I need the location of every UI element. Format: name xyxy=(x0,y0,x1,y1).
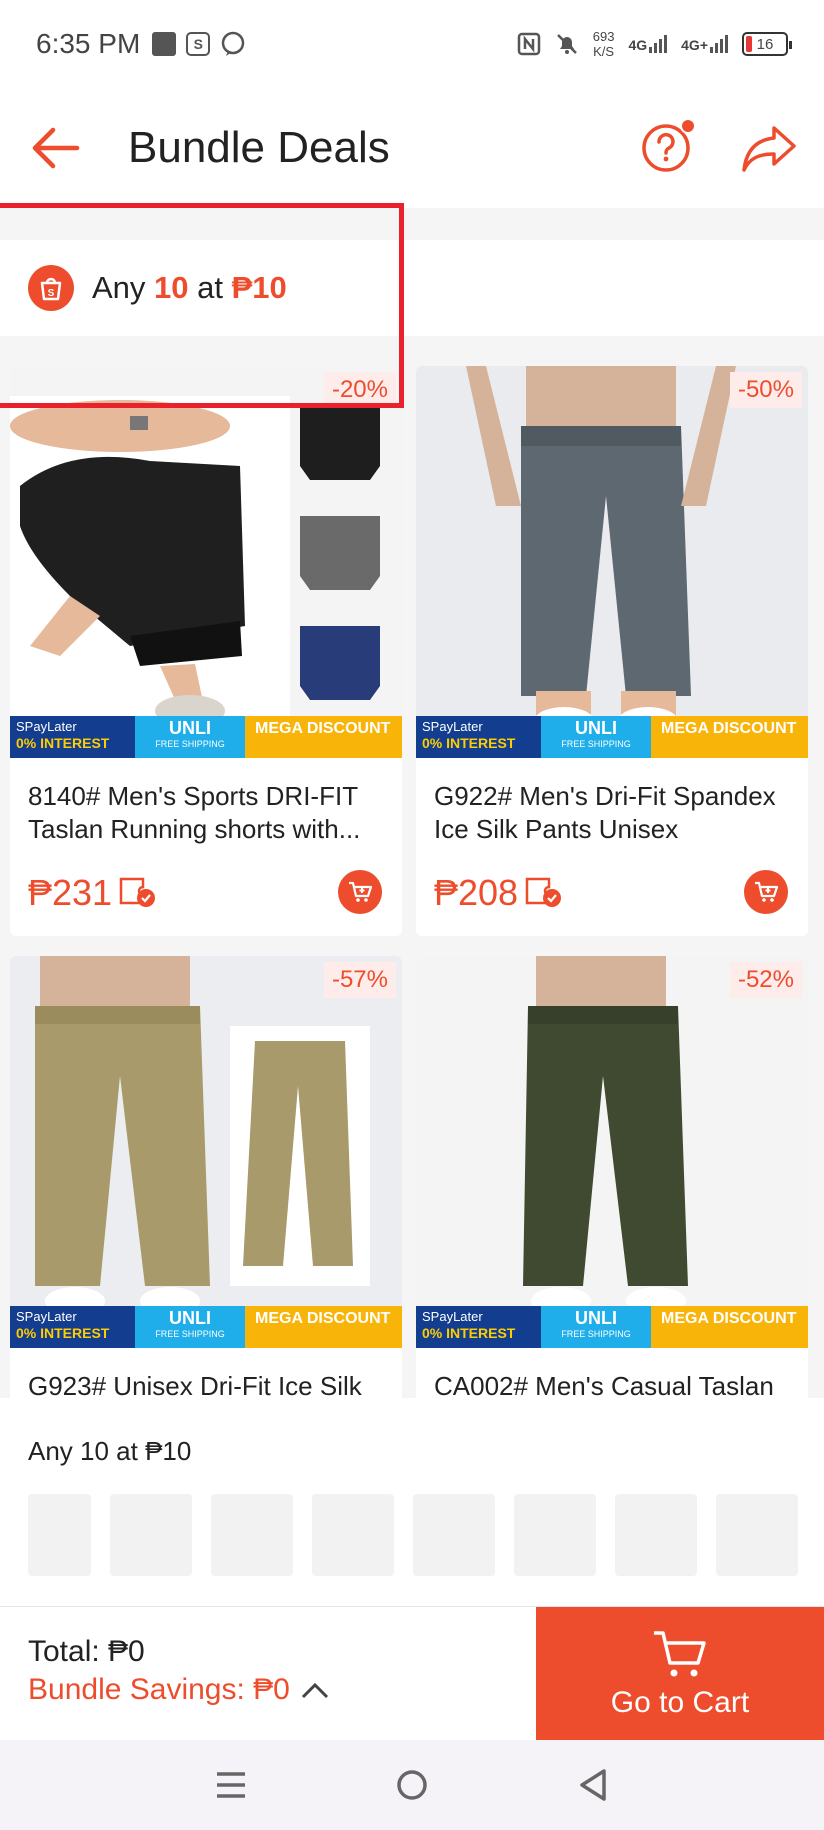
status-time: 6:35 PM xyxy=(36,28,141,59)
notification-square-icon xyxy=(152,32,177,56)
viber-icon xyxy=(222,31,245,56)
bundle-tray: Any 10 at ₱10 xyxy=(0,1398,824,1606)
discount-badge: -52% xyxy=(729,962,802,998)
status-bar: 6:35 PM S 693 K/S 4G 4G+ 16 xyxy=(0,0,824,88)
promo-banner: SPayLater 0% INTEREST UNLI FREE SHIPPING M… xyxy=(10,716,402,758)
bundle-slot[interactable] xyxy=(28,1494,91,1576)
product-title: G923# Unisex Dri-Fit Ice Silk xyxy=(28,1371,362,1398)
product-image xyxy=(416,366,808,758)
discount-badge: -50% xyxy=(729,372,802,408)
product-card[interactable]: -57% SPayLater 0% INTEREST UNLI FREE SHIPP… xyxy=(10,956,402,1398)
page-title: Bundle Deals xyxy=(128,123,390,172)
highlight-box xyxy=(0,203,404,408)
bundle-slot[interactable] xyxy=(514,1494,596,1576)
app-header: Bundle Deals xyxy=(0,88,824,208)
promo-banner: SPayLater 0% INTEREST UNLI FREE SHIPPING M… xyxy=(416,1306,808,1348)
product-image xyxy=(10,956,402,1348)
cart-plus-icon xyxy=(349,881,373,902)
share-icon xyxy=(742,126,796,172)
total-amount: Total: ₱0 xyxy=(28,1635,145,1668)
notification-dot xyxy=(680,118,696,134)
verified-voucher-icon xyxy=(525,877,561,907)
nfc-icon xyxy=(517,32,540,56)
home-circle-icon[interactable] xyxy=(395,1768,429,1802)
product-price: ₱231 xyxy=(28,872,113,913)
signal-sim1: 4G xyxy=(628,35,668,53)
product-image xyxy=(416,956,808,1348)
product-title: CA002# Men's Casual Taslan xyxy=(434,1371,774,1398)
cart-icon xyxy=(654,1631,706,1677)
bundle-savings[interactable]: Bundle Savings: ₱0 xyxy=(28,1673,330,1707)
menu-icon[interactable] xyxy=(214,1768,248,1802)
product-card[interactable]: -50% SPayLater 0% INTEREST UNLI FREE SHIPP… xyxy=(416,366,808,936)
bundle-slot[interactable] xyxy=(110,1494,192,1576)
tray-label: Any 10 at ₱10 xyxy=(28,1436,192,1466)
product-title: G922# Men's Dri-Fit Spandex Ice Silk Pan… xyxy=(434,781,776,844)
back-arrow-icon xyxy=(32,127,80,169)
signal-bars-icon xyxy=(710,35,728,53)
bundle-slot[interactable] xyxy=(716,1494,798,1576)
battery-indicator: 16 xyxy=(742,32,792,56)
add-to-cart-button[interactable] xyxy=(338,870,382,914)
shop-notification-icon: S xyxy=(186,32,211,56)
cart-plus-icon xyxy=(755,881,779,902)
discount-badge: -57% xyxy=(323,962,396,998)
product-image xyxy=(10,366,402,758)
notification-icons: S xyxy=(152,31,246,57)
back-button[interactable] xyxy=(0,88,110,208)
help-button[interactable] xyxy=(640,118,696,174)
checkout-bar: Total: ₱0 Bundle Savings: ₱0 Go to Cart xyxy=(0,1606,824,1741)
bundle-slot[interactable] xyxy=(312,1494,394,1576)
verified-voucher-icon xyxy=(119,877,155,907)
go-to-cart-button[interactable]: Go to Cart xyxy=(536,1607,824,1741)
product-title: 8140# Men's Sports DRI-FIT Taslan Runnin… xyxy=(28,781,361,844)
product-card[interactable]: -20% SPayLater 0% INTEREST UNLI FREE SHIPP… xyxy=(10,366,402,936)
promo-banner: SPayLater 0% INTEREST UNLI FREE SHIPPING M… xyxy=(10,1306,402,1348)
back-triangle-icon[interactable] xyxy=(576,1768,610,1802)
system-nav-bar xyxy=(0,1740,824,1830)
product-price: ₱208 xyxy=(434,872,519,913)
promo-banner: SPayLater 0% INTEREST UNLI FREE SHIPPING M… xyxy=(416,716,808,758)
add-to-cart-button[interactable] xyxy=(744,870,788,914)
signal-bars-icon xyxy=(649,35,668,53)
share-button[interactable] xyxy=(740,122,798,174)
bundle-slot[interactable] xyxy=(615,1494,697,1576)
product-grid: -20% SPayLater 0% INTEREST UNLI FREE SHIPP… xyxy=(10,366,814,1398)
network-speed: 693 K/S xyxy=(592,29,615,59)
mute-bell-icon xyxy=(556,34,577,54)
signal-sim2: 4G+ xyxy=(681,35,728,53)
bundle-slot[interactable] xyxy=(413,1494,495,1576)
bundle-slot[interactable] xyxy=(211,1494,293,1576)
product-card[interactable]: -52% SPayLater 0% INTEREST UNLI FREE SHIPP… xyxy=(416,956,808,1398)
chevron-up-icon xyxy=(301,1682,328,1699)
